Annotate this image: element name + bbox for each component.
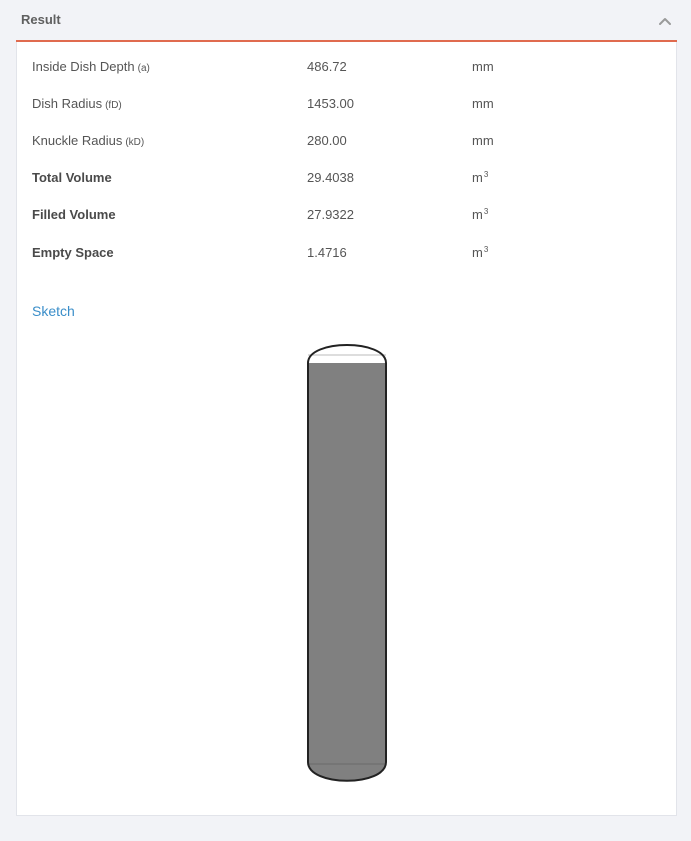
result-panel-body: Inside Dish Depth (a) 486.72 mm Dish Radi… — [16, 42, 677, 816]
panel-title: Result — [21, 12, 61, 27]
sketch-title: Sketch — [32, 303, 75, 319]
result-value: 27.9322 — [307, 207, 354, 222]
chevron-up-icon[interactable] — [657, 13, 673, 29]
result-unit: mm — [472, 59, 494, 74]
result-unit: m3 — [472, 245, 489, 260]
result-row-knuckle-radius: Knuckle Radius (kD) 280.00 mm — [17, 131, 676, 151]
result-value: 29.4038 — [307, 170, 354, 185]
result-value: 1453.00 — [307, 96, 354, 111]
result-row-inside-dish-depth: Inside Dish Depth (a) 486.72 mm — [17, 57, 676, 77]
result-label: Empty Space — [32, 245, 114, 260]
result-label: Total Volume — [32, 170, 112, 185]
result-unit: m3 — [472, 170, 489, 185]
tank-sketch — [307, 344, 387, 782]
result-unit: mm — [472, 96, 494, 111]
result-row-total-volume: Total Volume 29.4038 m3 — [17, 168, 676, 188]
result-label: Dish Radius (fD) — [32, 96, 122, 111]
result-value: 1.4716 — [307, 245, 347, 260]
result-value: 486.72 — [307, 59, 347, 74]
result-label: Knuckle Radius (kD) — [32, 133, 145, 148]
result-row-dish-radius: Dish Radius (fD) 1453.00 mm — [17, 94, 676, 114]
result-label: Inside Dish Depth (a) — [32, 59, 150, 74]
result-value: 280.00 — [307, 133, 347, 148]
result-unit: m3 — [472, 207, 489, 222]
result-unit: mm — [472, 133, 494, 148]
result-label: Filled Volume — [32, 207, 116, 222]
result-row-filled-volume: Filled Volume 27.9322 m3 — [17, 205, 676, 225]
tank-liquid-fill — [308, 363, 386, 781]
result-panel-header[interactable]: Result — [16, 0, 677, 42]
result-row-empty-space: Empty Space 1.4716 m3 — [17, 243, 676, 263]
